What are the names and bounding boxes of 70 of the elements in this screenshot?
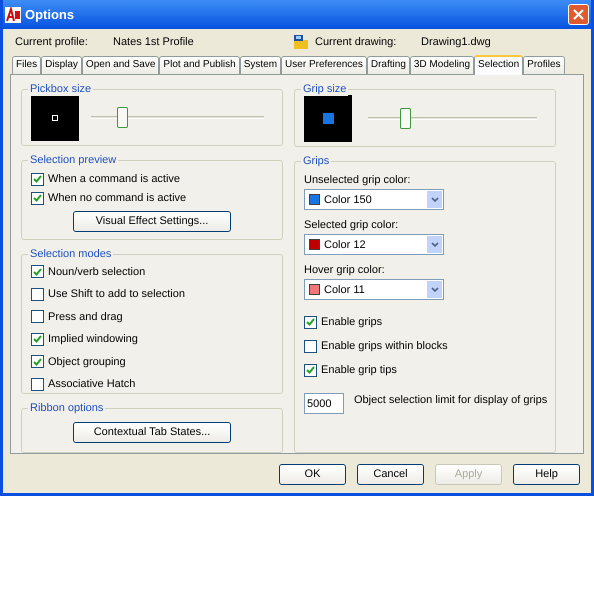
profile-label: Current profile: bbox=[15, 34, 89, 50]
button[interactable]: OK bbox=[279, 464, 346, 485]
dropdown-label: Unselected grip color: bbox=[304, 173, 412, 188]
tab[interactable]: Open and Save bbox=[82, 56, 160, 74]
check-icon bbox=[33, 175, 42, 184]
tab[interactable]: Drafting bbox=[366, 56, 410, 74]
tab[interactable]: 3D Modeling bbox=[410, 56, 474, 74]
checkbox-label: Implied windowing bbox=[48, 332, 138, 348]
button[interactable]: Visual Effect Settings... bbox=[73, 211, 231, 232]
checkbox[interactable] bbox=[31, 355, 44, 368]
check-icon bbox=[306, 366, 315, 374]
slider-thumb[interactable] bbox=[117, 107, 128, 128]
drawing-value: Drawing1.dwg bbox=[421, 34, 491, 50]
close-button[interactable] bbox=[568, 4, 589, 25]
color-dropdown[interactable]: Color 150 bbox=[304, 189, 444, 210]
button[interactable]: Help bbox=[513, 464, 580, 485]
checkbox-label: Press and drag bbox=[48, 310, 123, 325]
checkbox[interactable] bbox=[31, 378, 44, 391]
group-title: Selection preview bbox=[28, 153, 118, 168]
window-title: Options bbox=[25, 6, 76, 24]
check-icon bbox=[33, 194, 42, 202]
checkbox-label: Enable grips bbox=[321, 315, 382, 330]
check-icon bbox=[306, 318, 315, 326]
checkbox-label: Object grouping bbox=[48, 354, 126, 370]
checkbox[interactable] bbox=[31, 265, 44, 278]
checkbox[interactable] bbox=[31, 288, 44, 301]
dropdown-label: Hover grip color: bbox=[304, 263, 386, 278]
checkbox-label: Associative Hatch bbox=[48, 377, 136, 392]
checkbox[interactable] bbox=[31, 310, 44, 324]
tab[interactable]: Plot and Publish bbox=[159, 56, 240, 74]
profile-value: Nates 1st Profile bbox=[113, 34, 195, 50]
tab[interactable]: Files bbox=[12, 56, 42, 74]
group-title: Ribbon options bbox=[28, 401, 106, 416]
checkbox-label: When a command is active bbox=[48, 172, 180, 187]
checkbox[interactable] bbox=[304, 364, 317, 377]
tab[interactable]: Selection bbox=[474, 55, 524, 75]
button[interactable]: Cancel bbox=[357, 464, 424, 485]
group-title: Grip size bbox=[301, 82, 348, 96]
check-icon bbox=[33, 335, 42, 344]
grip-square-icon bbox=[322, 112, 334, 124]
slider-thumb[interactable] bbox=[400, 108, 412, 129]
color-dropdown[interactable]: Color 11 bbox=[304, 279, 444, 300]
tab[interactable]: Display bbox=[41, 56, 82, 74]
limit-field[interactable]: 5000 bbox=[304, 393, 344, 414]
app-logo-icon bbox=[5, 6, 21, 22]
checkbox[interactable] bbox=[31, 192, 44, 205]
group-title: Grips bbox=[301, 154, 332, 168]
dropdown-label: Selected grip color: bbox=[304, 218, 400, 232]
close-icon bbox=[573, 9, 584, 20]
pickbox-square-icon bbox=[52, 114, 58, 121]
button[interactable]: Contextual Tab States... bbox=[73, 422, 231, 444]
color-dropdown[interactable]: Color 12 bbox=[304, 234, 444, 256]
checkbox-label: Noun/verb selection bbox=[48, 264, 146, 280]
limit-label: Object selection limit for display of grips bbox=[354, 393, 548, 408]
tab[interactable]: Profiles bbox=[523, 56, 565, 74]
checkbox[interactable] bbox=[31, 172, 44, 186]
drawing-file-icon bbox=[293, 34, 309, 50]
checkbox[interactable] bbox=[304, 340, 317, 353]
checkbox[interactable] bbox=[304, 316, 317, 329]
tab[interactable]: User Preferences bbox=[281, 56, 367, 74]
group-title: Pickbox size bbox=[28, 82, 94, 96]
tab[interactable]: System bbox=[240, 56, 282, 74]
checkbox-label: When no command is active bbox=[48, 190, 186, 206]
checkbox[interactable] bbox=[31, 332, 44, 346]
checkbox-label: Enable grips within blocks bbox=[321, 339, 448, 354]
check-icon bbox=[33, 358, 42, 366]
checkbox-label: Enable grip tips bbox=[321, 363, 397, 378]
drawing-label: Current drawing: bbox=[315, 34, 398, 50]
check-icon bbox=[33, 268, 42, 276]
checkbox-label: Use Shift to add to selection bbox=[48, 287, 185, 302]
